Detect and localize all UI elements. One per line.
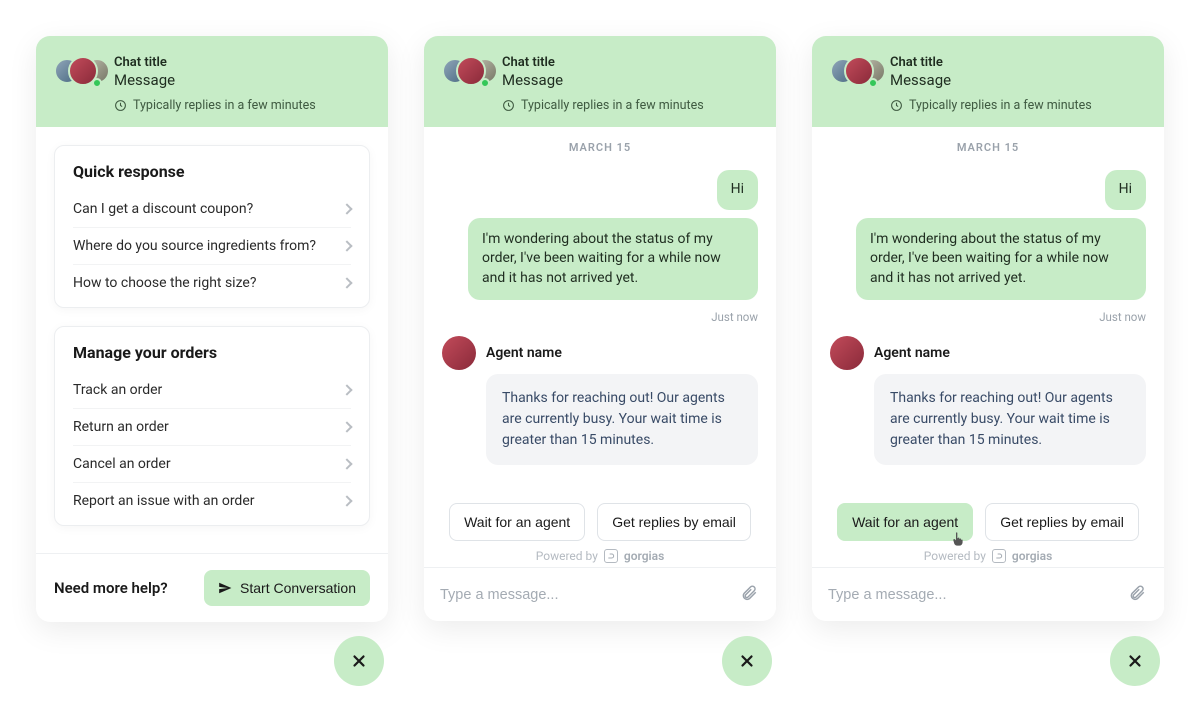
message-timestamp: Just now xyxy=(442,310,758,324)
chevron-right-icon xyxy=(341,421,352,432)
user-message: I'm wondering about the status of my ord… xyxy=(468,218,758,301)
agent-avatar-group xyxy=(442,52,490,92)
message-input[interactable] xyxy=(440,587,728,603)
chat-widget-conversation-hovered: Chat title Message Typically replies in … xyxy=(812,36,1164,621)
clock-icon xyxy=(890,99,903,112)
get-replies-email-button[interactable]: Get replies by email xyxy=(985,503,1139,541)
order-item-track[interactable]: Track an order xyxy=(73,372,351,408)
date-label: MARCH 15 xyxy=(442,141,758,154)
close-icon xyxy=(738,652,756,670)
wait-for-agent-button[interactable]: Wait for an agent xyxy=(449,503,585,541)
wait-for-agent-button[interactable]: Wait for an agent xyxy=(837,503,973,541)
brand-name: gorgias xyxy=(1012,549,1052,563)
presence-dot-icon xyxy=(92,78,102,88)
agent-avatar xyxy=(830,336,864,370)
manage-orders-card: Manage your orders Track an order Return… xyxy=(54,326,370,526)
chevron-right-icon xyxy=(341,240,352,251)
chevron-right-icon xyxy=(341,495,352,506)
date-label: MARCH 15 xyxy=(830,141,1146,154)
user-message: I'm wondering about the status of my ord… xyxy=(856,218,1146,301)
powered-by-label: Powered by gorgias xyxy=(830,549,1146,563)
chat-title: Chat title xyxy=(502,55,563,70)
start-conversation-button[interactable]: Start Conversation xyxy=(204,570,370,606)
message-timestamp: Just now xyxy=(830,310,1146,324)
close-icon xyxy=(1126,652,1144,670)
chevron-right-icon xyxy=(341,384,352,395)
chat-subtitle: Message xyxy=(114,71,175,89)
presence-dot-icon xyxy=(868,78,878,88)
close-widget-button[interactable] xyxy=(722,636,772,686)
chevron-right-icon xyxy=(341,458,352,469)
user-message: Hi xyxy=(1105,170,1146,210)
order-item-return[interactable]: Return an order xyxy=(73,408,351,445)
quick-response-card: Quick response Can I get a discount coup… xyxy=(54,145,370,308)
attach-file-button[interactable] xyxy=(738,582,760,607)
powered-by-label: Powered by gorgias xyxy=(442,549,758,563)
reply-time-text: Typically replies in a few minutes xyxy=(909,98,1092,113)
user-message: Hi xyxy=(717,170,758,210)
need-help-text: Need more help? xyxy=(54,579,168,597)
chat-subtitle: Message xyxy=(502,71,563,89)
chat-widget-welcome: Chat title Message Typically replies in … xyxy=(36,36,388,622)
reply-time-text: Typically replies in a few minutes xyxy=(133,98,316,113)
chevron-right-icon xyxy=(341,277,352,288)
widget-header: Chat title Message Typically replies in … xyxy=(36,36,388,127)
quick-response-title: Quick response xyxy=(73,162,351,181)
reply-time-text: Typically replies in a few minutes xyxy=(521,98,704,113)
get-replies-email-button[interactable]: Get replies by email xyxy=(597,503,751,541)
chat-subtitle: Message xyxy=(890,71,951,89)
chat-title: Chat title xyxy=(114,55,175,70)
manage-orders-title: Manage your orders xyxy=(73,343,351,362)
clock-icon xyxy=(502,99,515,112)
chat-title: Chat title xyxy=(890,55,951,70)
agent-avatar xyxy=(442,336,476,370)
agent-message: Thanks for reaching out! Our agents are … xyxy=(874,374,1146,465)
quick-item-discount[interactable]: Can I get a discount coupon? xyxy=(73,191,351,227)
message-input[interactable] xyxy=(828,587,1116,603)
quick-item-ingredients[interactable]: Where do you source ingredients from? xyxy=(73,227,351,264)
close-widget-button[interactable] xyxy=(334,636,384,686)
paperclip-icon xyxy=(1128,584,1146,602)
brand-logo-icon xyxy=(604,549,618,563)
quick-item-size[interactable]: How to choose the right size? xyxy=(73,264,351,301)
paper-plane-icon xyxy=(218,581,232,595)
widget-header: Chat title Message Typically replies in … xyxy=(424,36,776,127)
agent-name: Agent name xyxy=(874,345,950,361)
close-icon xyxy=(350,652,368,670)
paperclip-icon xyxy=(740,584,758,602)
order-item-cancel[interactable]: Cancel an order xyxy=(73,445,351,482)
agent-name: Agent name xyxy=(486,345,562,361)
agent-avatar-group xyxy=(830,52,878,92)
clock-icon xyxy=(114,99,127,112)
agent-message: Thanks for reaching out! Our agents are … xyxy=(486,374,758,465)
chevron-right-icon xyxy=(341,203,352,214)
agent-avatar-group xyxy=(54,52,102,92)
brand-name: gorgias xyxy=(624,549,664,563)
widget-header: Chat title Message Typically replies in … xyxy=(812,36,1164,127)
chat-widget-conversation: Chat title Message Typically replies in … xyxy=(424,36,776,621)
brand-logo-icon xyxy=(992,549,1006,563)
attach-file-button[interactable] xyxy=(1126,582,1148,607)
order-item-report[interactable]: Report an issue with an order xyxy=(73,482,351,519)
presence-dot-icon xyxy=(480,78,490,88)
close-widget-button[interactable] xyxy=(1110,636,1160,686)
